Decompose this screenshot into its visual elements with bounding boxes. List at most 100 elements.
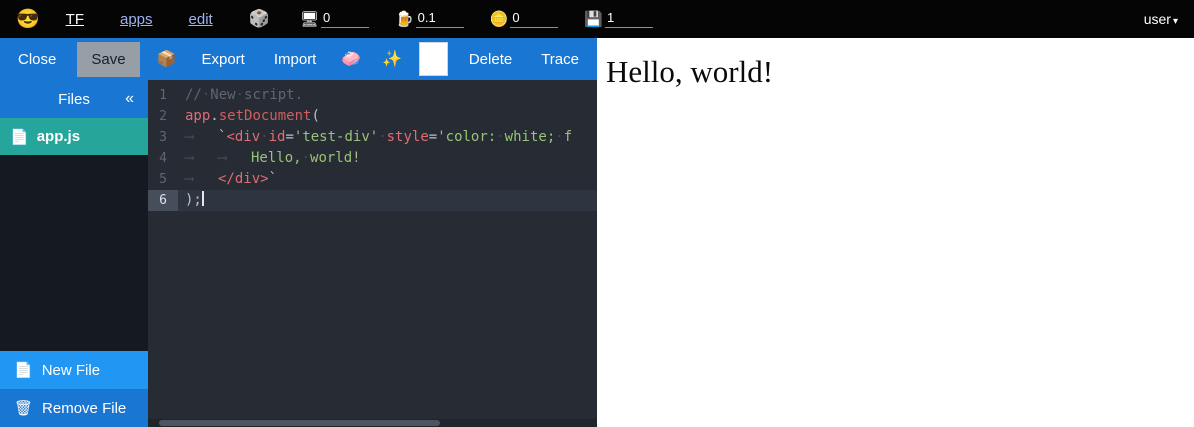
soap-icon[interactable]: 🧼 xyxy=(337,40,365,78)
beer-stat-input[interactable] xyxy=(416,10,464,28)
editor-toolbar: Close Save 📦 Export Import 🧼 ✨ Delete Tr… xyxy=(0,38,597,80)
token-property: setDocument xyxy=(219,108,312,124)
new-file-button[interactable]: 📄 New File xyxy=(0,351,148,389)
token-attr: id xyxy=(269,129,286,145)
token-tag: </div> xyxy=(218,171,269,187)
sparkles-icon[interactable]: ✨ xyxy=(378,40,406,78)
text-cursor xyxy=(202,191,204,206)
token-string: Hello, xyxy=(251,150,302,166)
file-name: app.js xyxy=(37,128,80,145)
files-header: Files « xyxy=(0,80,148,118)
line-number: 4 xyxy=(148,148,178,169)
code-editor[interactable]: 123456 //·New·script.app.setDocument(⟶`<… xyxy=(148,80,597,427)
token-ws: · xyxy=(302,150,310,166)
token-string: world! xyxy=(310,150,361,166)
token-comment: // xyxy=(185,87,202,103)
new-file-label: New File xyxy=(42,362,100,379)
import-button[interactable]: Import xyxy=(266,42,325,77)
app-logo-icon: 😎 xyxy=(16,7,40,31)
beer-icon: 🍺 xyxy=(395,10,414,28)
coin-icon: 🪙 xyxy=(490,10,509,28)
code-line[interactable]: ⟶⟶Hello,·world! xyxy=(178,148,597,169)
token-punct: = xyxy=(285,129,293,145)
export-button[interactable]: Export xyxy=(193,42,252,77)
code-line[interactable]: app.setDocument( xyxy=(178,106,597,127)
editor-body: Files « 📄 app.js 📄 New File 🗑 Remove Fil… xyxy=(0,80,597,427)
token-string-delim: ` xyxy=(269,171,277,187)
token-punct: = xyxy=(429,129,437,145)
topbar: 😎 TF apps edit 🎲 🖥 🍺 🪙 💾 user▾ xyxy=(0,0,1194,38)
token-ws: · xyxy=(378,129,386,145)
token-ws: · xyxy=(260,129,268,145)
token-string: white; xyxy=(505,129,556,145)
editor-code: //·New·script.app.setDocument(⟶`<div·id=… xyxy=(178,85,597,211)
code-line[interactable]: ⟶`<div·id='test-div'·style='color:·white… xyxy=(178,127,597,148)
token-ws: · xyxy=(496,129,504,145)
rendered-output-text: Hello, world! xyxy=(606,54,1194,90)
nav-link-edit[interactable]: edit xyxy=(189,11,213,28)
line-number: 1 xyxy=(148,85,178,106)
horizontal-scrollbar[interactable] xyxy=(148,419,597,427)
token-ws: · xyxy=(236,87,244,103)
token-string: 'color: xyxy=(437,129,496,145)
line-number: 5 xyxy=(148,169,178,190)
token-variable: app xyxy=(185,108,210,124)
monitor-icon: 🖥 xyxy=(300,10,319,28)
token-tab: ⟶ xyxy=(185,127,218,148)
token-punct: ( xyxy=(311,108,319,124)
token-punct: ); xyxy=(185,192,202,208)
editor-pane: Close Save 📦 Export Import 🧼 ✨ Delete Tr… xyxy=(0,38,597,427)
monitor-stat-input[interactable] xyxy=(321,10,369,28)
code-area: 123456 //·New·script.app.setDocument(⟶`<… xyxy=(148,80,597,211)
files-header-label: Files xyxy=(58,91,90,108)
close-button[interactable]: Close xyxy=(10,42,64,77)
code-line[interactable]: //·New·script. xyxy=(178,85,597,106)
trace-button[interactable]: Trace xyxy=(533,42,587,77)
token-tab: ⟶ xyxy=(218,148,251,169)
token-ws: · xyxy=(555,129,563,145)
file-sidebar: Files « 📄 app.js 📄 New File 🗑 Remove Fil… xyxy=(0,80,148,427)
scrollbar-thumb[interactable] xyxy=(159,420,440,426)
save-button[interactable]: Save xyxy=(77,42,139,77)
file-list-space xyxy=(0,155,148,351)
editor-gutter: 123456 xyxy=(148,85,178,211)
token-tab: ⟶ xyxy=(185,148,218,169)
dice-icon[interactable]: 🎲 xyxy=(249,9,270,29)
stat-beer: 🍺 xyxy=(395,10,464,28)
user-menu[interactable]: user▾ xyxy=(1144,11,1178,27)
floppy-disk-icon: 💾 xyxy=(584,10,603,28)
line-number: 3 xyxy=(148,127,178,148)
line-number: 2 xyxy=(148,106,178,127)
token-comment: New xyxy=(210,87,235,103)
package-icon[interactable]: 📦 xyxy=(153,40,181,78)
nav-link-apps[interactable]: apps xyxy=(120,11,153,28)
code-line[interactable]: ); xyxy=(178,190,597,211)
nav-link-tf[interactable]: TF xyxy=(66,11,84,28)
new-file-icon: 📄 xyxy=(14,361,33,379)
line-number: 6 xyxy=(148,190,178,211)
stat-disk: 💾 xyxy=(584,10,653,28)
collapse-sidebar-icon[interactable]: « xyxy=(125,90,134,108)
disk-stat-input[interactable] xyxy=(605,10,653,28)
user-menu-label: user xyxy=(1144,11,1171,27)
file-item-appjs[interactable]: 📄 app.js xyxy=(0,118,148,155)
token-string: f xyxy=(564,129,572,145)
remove-file-label: Remove File xyxy=(42,400,126,417)
token-punct: . xyxy=(210,108,218,124)
remove-file-icon: 🗑 xyxy=(14,399,33,417)
token-tab: ⟶ xyxy=(185,169,218,190)
token-comment: script. xyxy=(244,87,303,103)
stat-monitor: 🖥 xyxy=(300,10,369,28)
output-preview: Hello, world! xyxy=(597,38,1194,427)
caret-down-icon: ▾ xyxy=(1173,16,1178,27)
main-content: Close Save 📦 Export Import 🧼 ✨ Delete Tr… xyxy=(0,38,1194,427)
coin-stat-input[interactable] xyxy=(510,10,558,28)
code-line[interactable]: ⟶</div>` xyxy=(178,169,597,190)
color-swatch-button[interactable] xyxy=(419,42,448,76)
token-string: 'test-div' xyxy=(294,129,378,145)
token-attr: style xyxy=(387,129,429,145)
remove-file-button[interactable]: 🗑 Remove File xyxy=(0,389,148,427)
document-icon: 📄 xyxy=(10,128,29,146)
stat-coin: 🪙 xyxy=(490,10,559,28)
delete-button[interactable]: Delete xyxy=(461,42,520,77)
